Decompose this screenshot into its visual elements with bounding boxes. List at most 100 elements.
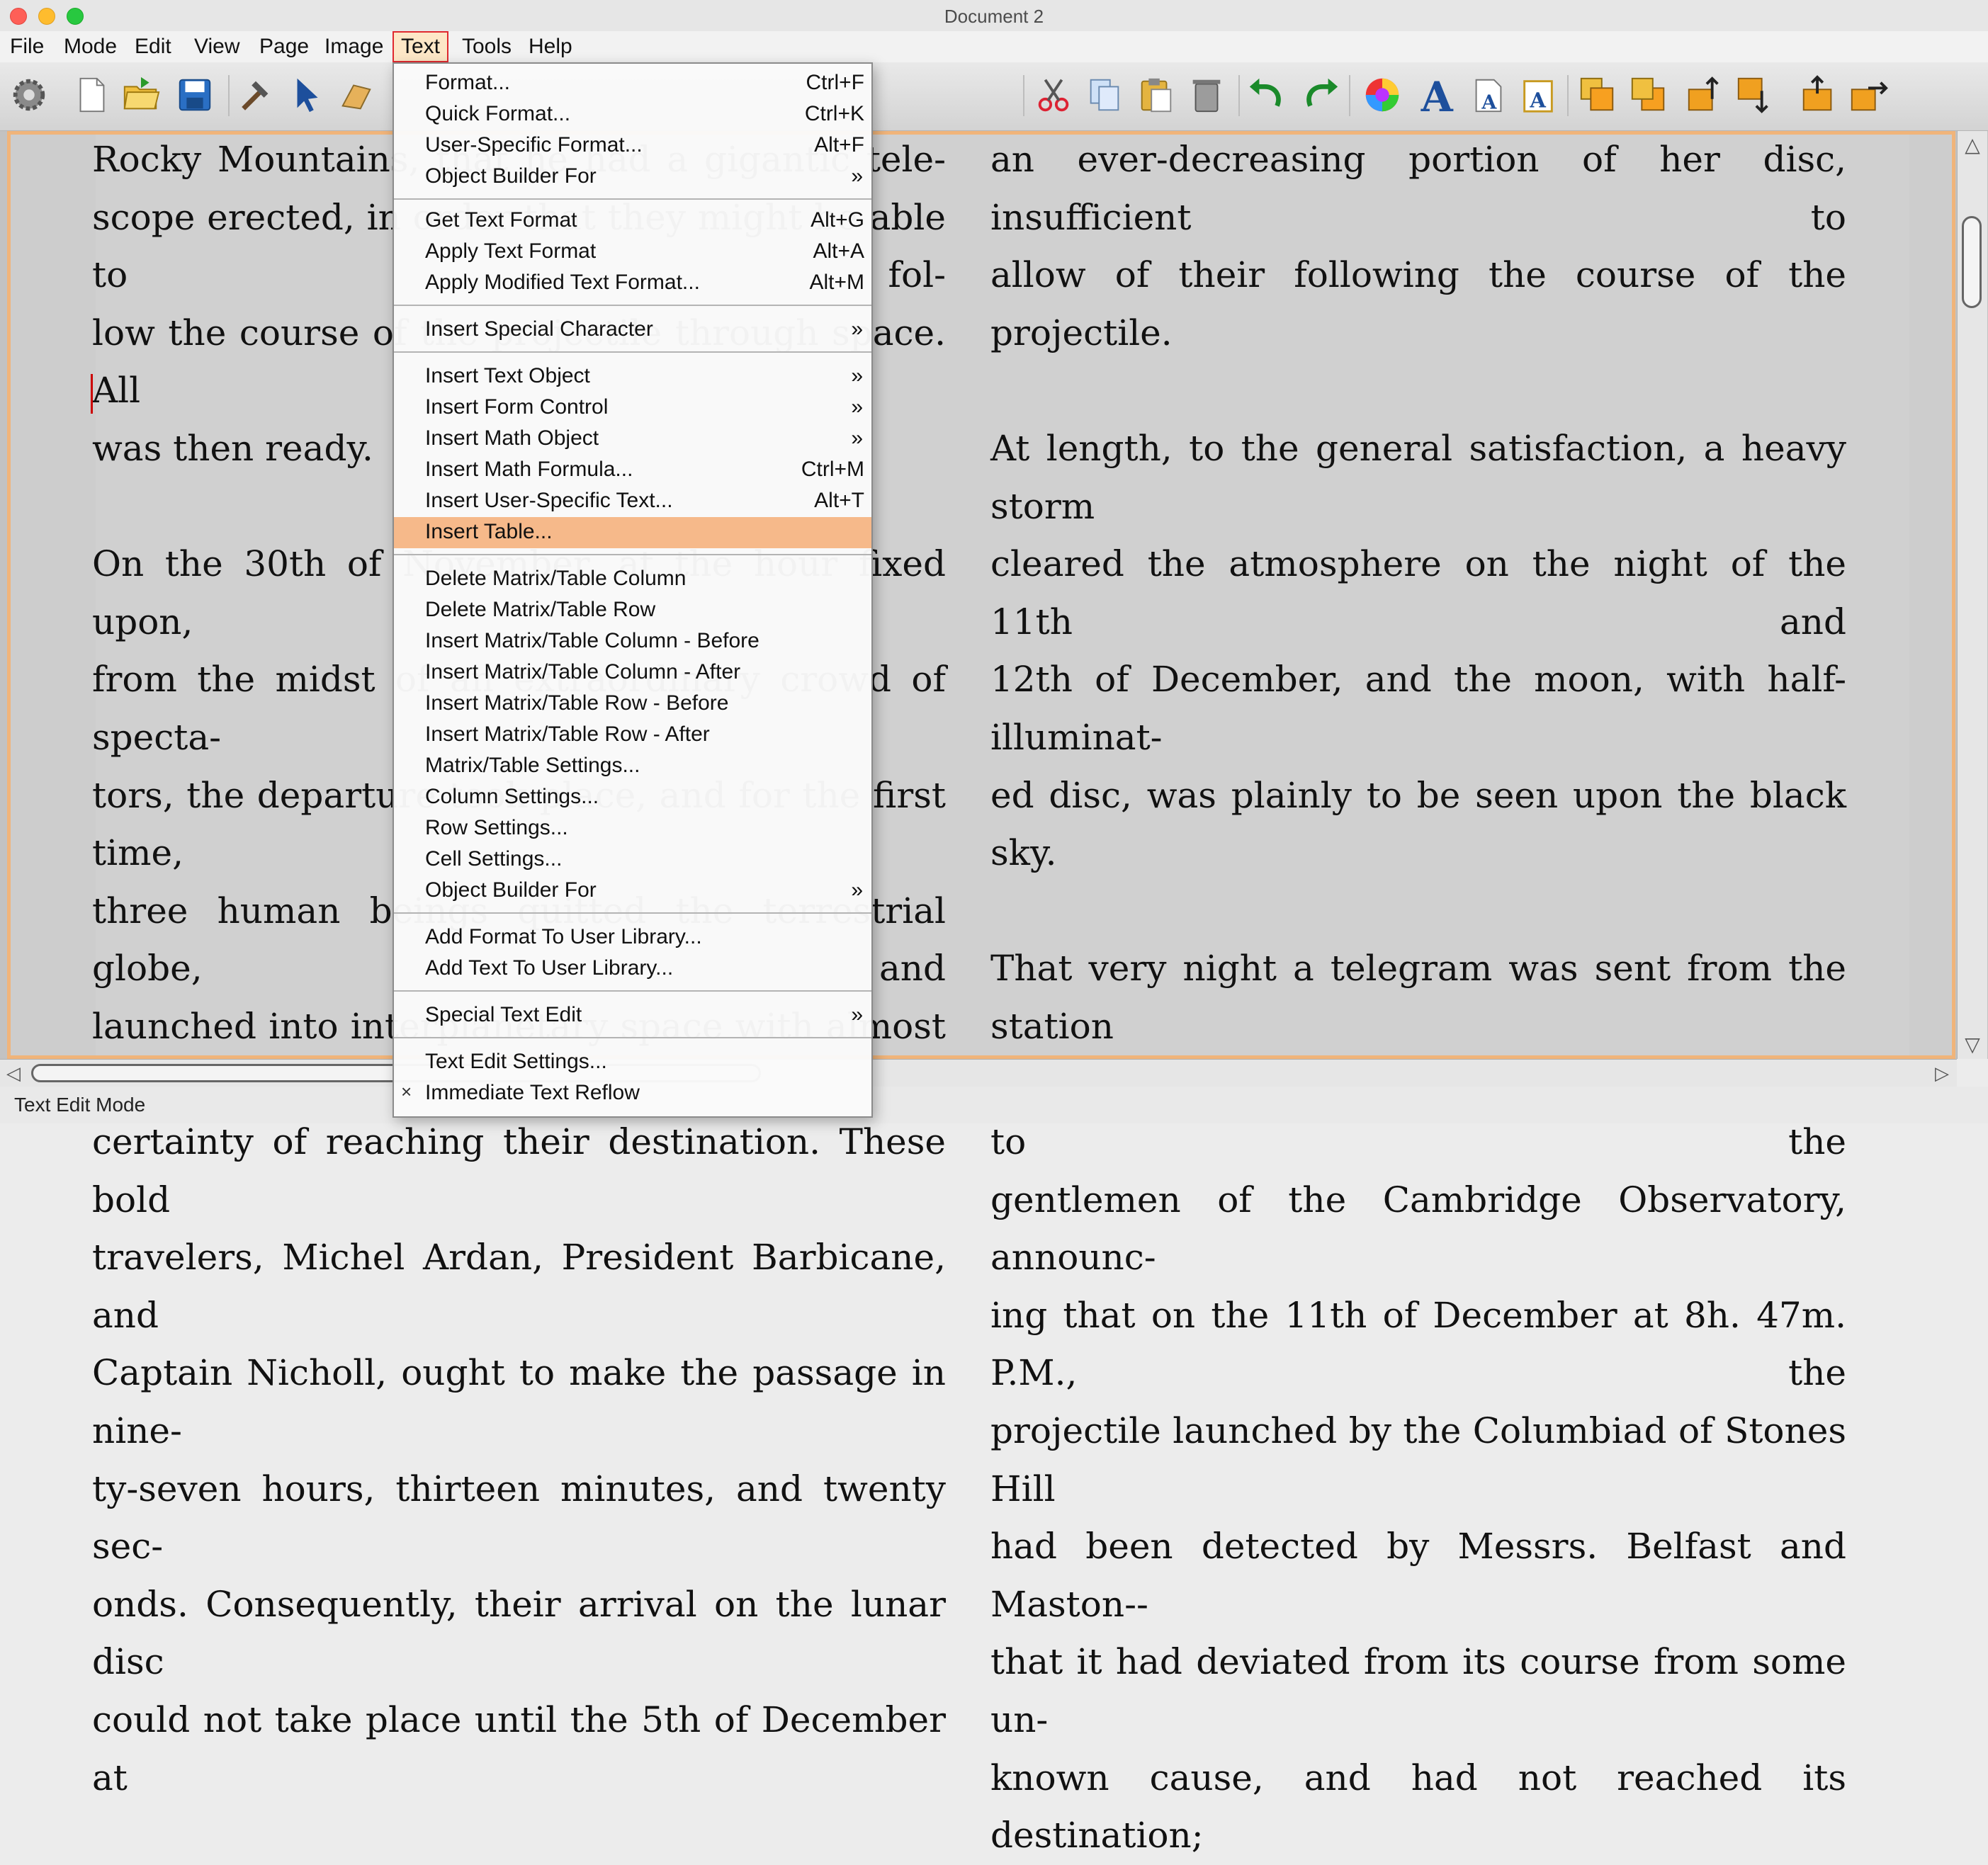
menu-separator [394, 351, 871, 353]
menu-item-label: Insert Math Formula... [425, 458, 633, 481]
text-column-right[interactable]: an ever-decreasing portion of her disc, … [990, 131, 1846, 1865]
menu-item-label: Add Format To User Library... [425, 925, 702, 948]
save-icon[interactable] [173, 72, 217, 118]
shortcut-label: Alt+G [811, 208, 864, 232]
menu-item-label: Row Settings... [425, 816, 568, 839]
menu-item-label: Object Builder For [425, 164, 597, 188]
menu-item-insert-row-after[interactable]: Insert Matrix/Table Row - After [394, 720, 871, 751]
menu-view[interactable]: View [187, 31, 247, 62]
menu-item-label: Insert Form Control [425, 395, 609, 419]
shortcut-label: Ctrl+F [806, 71, 865, 94]
paste-icon[interactable] [1134, 72, 1177, 118]
menu-item-label: Object Builder For [425, 878, 597, 902]
vertical-scrollbar[interactable]: △ ▽ [1957, 131, 1987, 1059]
menu-item-object-builder-for[interactable]: Object Builder For » [394, 161, 871, 193]
menu-item-insert-text-object[interactable]: Insert Text Object » [394, 361, 871, 392]
menu-item-add-text-to-user-library[interactable]: Add Text To User Library... [394, 953, 871, 985]
open-folder-icon[interactable] [119, 72, 163, 118]
menu-item-get-text-format[interactable]: Get Text Format Alt+G [394, 205, 871, 237]
menu-edit[interactable]: Edit [128, 31, 179, 62]
align-right-icon[interactable] [1846, 72, 1890, 118]
menu-mode[interactable]: Mode [57, 31, 124, 62]
menu-item-delete-matrix-table-column[interactable]: Delete Matrix/Table Column [394, 564, 871, 595]
menu-page[interactable]: Page [252, 31, 316, 62]
hand-tool-icon[interactable] [334, 72, 378, 118]
menu-item-label: Apply Text Format [425, 239, 597, 263]
menu-item-cell-settings[interactable]: Cell Settings... [394, 844, 871, 875]
text-line: Captain Nicholl, ought to make the passa… [92, 1352, 946, 1452]
menu-item-text-edit-settings[interactable]: Text Edit Settings... [394, 1047, 871, 1078]
menu-item-insert-column-before[interactable]: Insert Matrix/Table Column - Before [394, 626, 871, 657]
menu-item-apply-modified-text-format[interactable]: Apply Modified Text Format... Alt+M [394, 268, 871, 299]
menu-item-user-specific-format[interactable]: User-Specific Format... Alt+F [394, 130, 871, 161]
move-up-icon[interactable] [1683, 72, 1727, 118]
menu-item-label: Quick Format... [425, 102, 571, 125]
align-top-icon[interactable] [1797, 72, 1841, 118]
trash-icon[interactable] [1185, 72, 1229, 118]
menu-item-insert-form-control[interactable]: Insert Form Control » [394, 392, 871, 424]
svg-text:A: A [1529, 88, 1546, 112]
submenu-arrow-icon: » [851, 317, 863, 341]
submenu-arrow-icon: » [851, 395, 863, 419]
horizontal-scrollbar[interactable]: ◁ ▷ [0, 1059, 1957, 1087]
menu-help[interactable]: Help [521, 31, 580, 62]
menu-item-insert-math-formula[interactable]: Insert Math Formula... Ctrl+M [394, 455, 871, 486]
menu-item-quick-format[interactable]: Quick Format... Ctrl+K [394, 99, 871, 130]
menu-tools[interactable]: Tools [455, 31, 519, 62]
menu-item-object-builder-for-table[interactable]: Object Builder For » [394, 875, 871, 907]
menu-item-add-format-to-user-library[interactable]: Add Format To User Library... [394, 922, 871, 953]
menu-item-label: Delete Matrix/Table Column [425, 567, 687, 590]
menu-item-insert-special-character[interactable]: Insert Special Character » [394, 314, 871, 346]
gear-icon[interactable] [7, 72, 51, 118]
menu-image[interactable]: Image [317, 31, 390, 62]
menu-text[interactable]: Text [392, 31, 449, 62]
scroll-right-arrow-icon[interactable]: ▷ [1928, 1060, 1955, 1087]
menu-item-special-text-edit[interactable]: Special Text Edit » [394, 1000, 871, 1031]
menu-item-column-settings[interactable]: Column Settings... [394, 782, 871, 813]
text-line: gentlemen of the Cambridge Observatory, … [990, 1179, 1846, 1279]
text-frame-icon[interactable]: A [1467, 72, 1510, 118]
cut-icon[interactable] [1032, 72, 1075, 118]
text-line: cleared the atmosphere on the night of t… [990, 543, 1846, 642]
menu-item-matrix-table-settings[interactable]: Matrix/Table Settings... [394, 751, 871, 782]
scroll-left-arrow-icon[interactable]: ◁ [0, 1060, 27, 1087]
text-box-icon[interactable]: A [1516, 72, 1560, 118]
text-line: 12th of December, and the moon, with hal… [990, 659, 1846, 758]
shortcut-label: Alt+M [809, 271, 864, 294]
menu-item-apply-text-format[interactable]: Apply Text Format Alt+A [394, 237, 871, 268]
new-document-icon[interactable] [69, 72, 113, 118]
menu-item-insert-user-specific-text[interactable]: Insert User-Specific Text... Alt+T [394, 486, 871, 517]
menu-item-insert-column-after[interactable]: Insert Matrix/Table Column - After [394, 657, 871, 688]
move-down-icon[interactable] [1733, 72, 1777, 118]
arrow-pointer-icon[interactable] [286, 72, 330, 118]
menu-item-label: User-Specific Format... [425, 133, 643, 157]
vertical-scroll-thumb[interactable] [1962, 216, 1982, 308]
text-line: allow of their following the course of t… [990, 254, 1846, 353]
shortcut-label: Ctrl+K [804, 102, 864, 125]
scroll-down-arrow-icon[interactable]: ▽ [1959, 1031, 1986, 1059]
copy-icon[interactable] [1083, 72, 1126, 118]
color-wheel-icon[interactable] [1360, 72, 1404, 118]
text-style-icon[interactable]: A [1414, 72, 1458, 118]
menu-item-label: Insert Matrix/Table Column - After [425, 660, 741, 684]
text-cursor [91, 374, 93, 414]
menu-item-immediate-text-reflow[interactable]: × Immediate Text Reflow [394, 1078, 871, 1109]
menu-item-delete-matrix-table-row[interactable]: Delete Matrix/Table Row [394, 595, 871, 626]
send-back-icon[interactable] [1627, 72, 1671, 118]
title-bar: Document 2 [0, 0, 1988, 32]
scroll-up-arrow-icon[interactable]: △ [1959, 131, 1986, 159]
hammer-icon[interactable] [234, 72, 278, 118]
menu-item-insert-math-object[interactable]: Insert Math Object » [394, 424, 871, 455]
submenu-arrow-icon: » [851, 364, 863, 387]
document-area[interactable]: Rocky Mountains, that he had a gigantic … [0, 131, 1988, 1856]
shortcut-label: Alt+A [813, 239, 864, 263]
menu-item-format[interactable]: Format... Ctrl+F [394, 68, 871, 99]
undo-icon[interactable] [1246, 72, 1289, 118]
menu-item-row-settings[interactable]: Row Settings... [394, 813, 871, 844]
redo-icon[interactable] [1298, 72, 1342, 118]
menu-item-insert-row-before[interactable]: Insert Matrix/Table Row - Before [394, 688, 871, 720]
bring-front-icon[interactable] [1576, 72, 1620, 118]
menu-item-insert-table[interactable]: Insert Table... [394, 517, 871, 548]
menu-file[interactable]: File [3, 31, 51, 62]
menu-item-label: Cell Settings... [425, 847, 563, 871]
